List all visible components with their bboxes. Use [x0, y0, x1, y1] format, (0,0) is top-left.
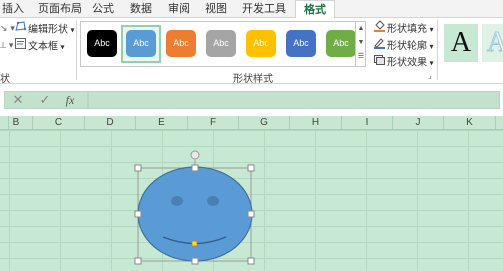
- column-header-j[interactable]: J: [393, 116, 444, 130]
- gallery-up-arrow-icon[interactable]: ▲: [356, 22, 366, 36]
- shape-arrow-partial[interactable]: ↘ ▾: [0, 21, 15, 37]
- column-header-i[interactable]: I: [342, 116, 393, 130]
- wordart-style-black[interactable]: A: [444, 24, 478, 62]
- gallery-scroll[interactable]: ▲ ▼ ☰: [355, 22, 366, 66]
- text-box-icon: [15, 38, 26, 55]
- style-swatch-gold[interactable]: Abc: [246, 30, 276, 57]
- shape-outline-label: 形状轮廓: [387, 41, 427, 52]
- cancel-icon[interactable]: ✕: [10, 92, 26, 108]
- gallery-more-icon[interactable]: ☰: [356, 50, 366, 64]
- enter-icon[interactable]: ✓: [37, 92, 53, 108]
- resize-handle-left[interactable]: [134, 210, 142, 218]
- resize-handle-top-left[interactable]: [134, 164, 142, 172]
- column-header-k[interactable]: K: [444, 116, 496, 130]
- formula-input[interactable]: [88, 91, 500, 109]
- shape-outline-button[interactable]: 形状轮廓 ▾: [374, 37, 434, 53]
- text-box-button[interactable]: 文本框 ▾: [15, 38, 65, 54]
- column-header-g[interactable]: G: [239, 116, 290, 130]
- wordart-style-outline[interactable]: A: [482, 24, 503, 62]
- tab-view[interactable]: 视图: [201, 0, 231, 18]
- style-swatch-blue[interactable]: Abc: [126, 30, 156, 57]
- tab-review[interactable]: 审阅: [164, 0, 194, 18]
- column-header-h[interactable]: H: [290, 116, 342, 130]
- ribbon-separator-2: [437, 20, 438, 80]
- formula-bar: ✕ ✓ fx: [0, 84, 503, 116]
- ribbon: ↘ ▾ ⟂ ▾ 编辑形状 ▾ 文本框 ▾ 状 Abc Abc Abc Abc A…: [0, 18, 503, 85]
- resize-handle-bottom[interactable]: [191, 257, 199, 265]
- resize-handle-right[interactable]: [247, 210, 255, 218]
- tab-format[interactable]: 格式: [295, 0, 335, 19]
- column-header-row: B C D E F G H I J K: [0, 116, 503, 130]
- ribbon-separator: [76, 20, 77, 80]
- tab-insert[interactable]: 插入: [0, 0, 26, 18]
- shape-styles-gallery: Abc Abc Abc Abc Abc Abc Abc: [80, 21, 366, 67]
- column-header-e[interactable]: E: [136, 116, 188, 130]
- style-swatch-gray[interactable]: Abc: [206, 30, 236, 57]
- style-swatch-dark-blue[interactable]: Abc: [286, 30, 316, 57]
- tab-page-layout[interactable]: 页面布局: [34, 0, 86, 18]
- text-box-label: 文本框: [28, 41, 58, 53]
- resize-handle-top[interactable]: [191, 164, 199, 172]
- edit-shape-icon: [15, 21, 27, 38]
- pen-outline-icon: [374, 37, 385, 55]
- shape-effects-label: 形状效果: [387, 57, 427, 69]
- style-swatch-orange[interactable]: Abc: [166, 30, 196, 57]
- smiley-right-eye: [207, 196, 219, 206]
- resize-handle-bottom-left[interactable]: [134, 257, 142, 265]
- shape-fill-label: 形状填充: [387, 24, 427, 35]
- shape-effects-button[interactable]: 形状效果 ▾: [374, 54, 434, 70]
- column-header-b[interactable]: B: [0, 116, 33, 130]
- column-header-f[interactable]: F: [188, 116, 239, 130]
- insert-function-icon[interactable]: fx: [62, 92, 78, 108]
- shape-styles-dialog-launcher-icon[interactable]: ⌟: [428, 71, 432, 80]
- style-swatch-green[interactable]: Abc: [326, 30, 356, 57]
- resize-handle-bottom-right[interactable]: [247, 257, 255, 265]
- column-header-c[interactable]: C: [33, 116, 85, 130]
- effects-icon: [374, 54, 385, 71]
- paint-bucket-icon: [374, 20, 385, 38]
- insert-shapes-group-label: 状: [0, 74, 10, 85]
- tab-formulas[interactable]: 公式: [88, 0, 118, 18]
- smiley-face-shape[interactable]: [137, 166, 253, 262]
- shape-adjust-handle[interactable]: [191, 240, 198, 247]
- style-swatch-black[interactable]: Abc: [87, 30, 117, 57]
- resize-handle-top-right[interactable]: [247, 164, 255, 172]
- tab-data[interactable]: 数据: [126, 0, 156, 18]
- rotate-handle-icon[interactable]: [190, 150, 200, 160]
- shape-styles-group-label: 形状样式: [233, 74, 273, 85]
- shape-more-partial[interactable]: ⟂ ▾: [0, 38, 13, 54]
- ribbon-tab-bar: 插入 页面布局 公式 数据 审阅 视图 开发工具 格式: [0, 0, 503, 19]
- smiley-left-eye: [171, 196, 183, 206]
- edit-shape-button[interactable]: 编辑形状 ▾: [15, 21, 75, 37]
- gallery-down-arrow-icon[interactable]: ▼: [356, 36, 366, 50]
- shape-fill-button[interactable]: 形状填充 ▾: [374, 20, 434, 36]
- column-header-d[interactable]: D: [85, 116, 136, 130]
- tab-developer[interactable]: 开发工具: [238, 0, 290, 18]
- edit-shape-label: 编辑形状: [28, 24, 68, 36]
